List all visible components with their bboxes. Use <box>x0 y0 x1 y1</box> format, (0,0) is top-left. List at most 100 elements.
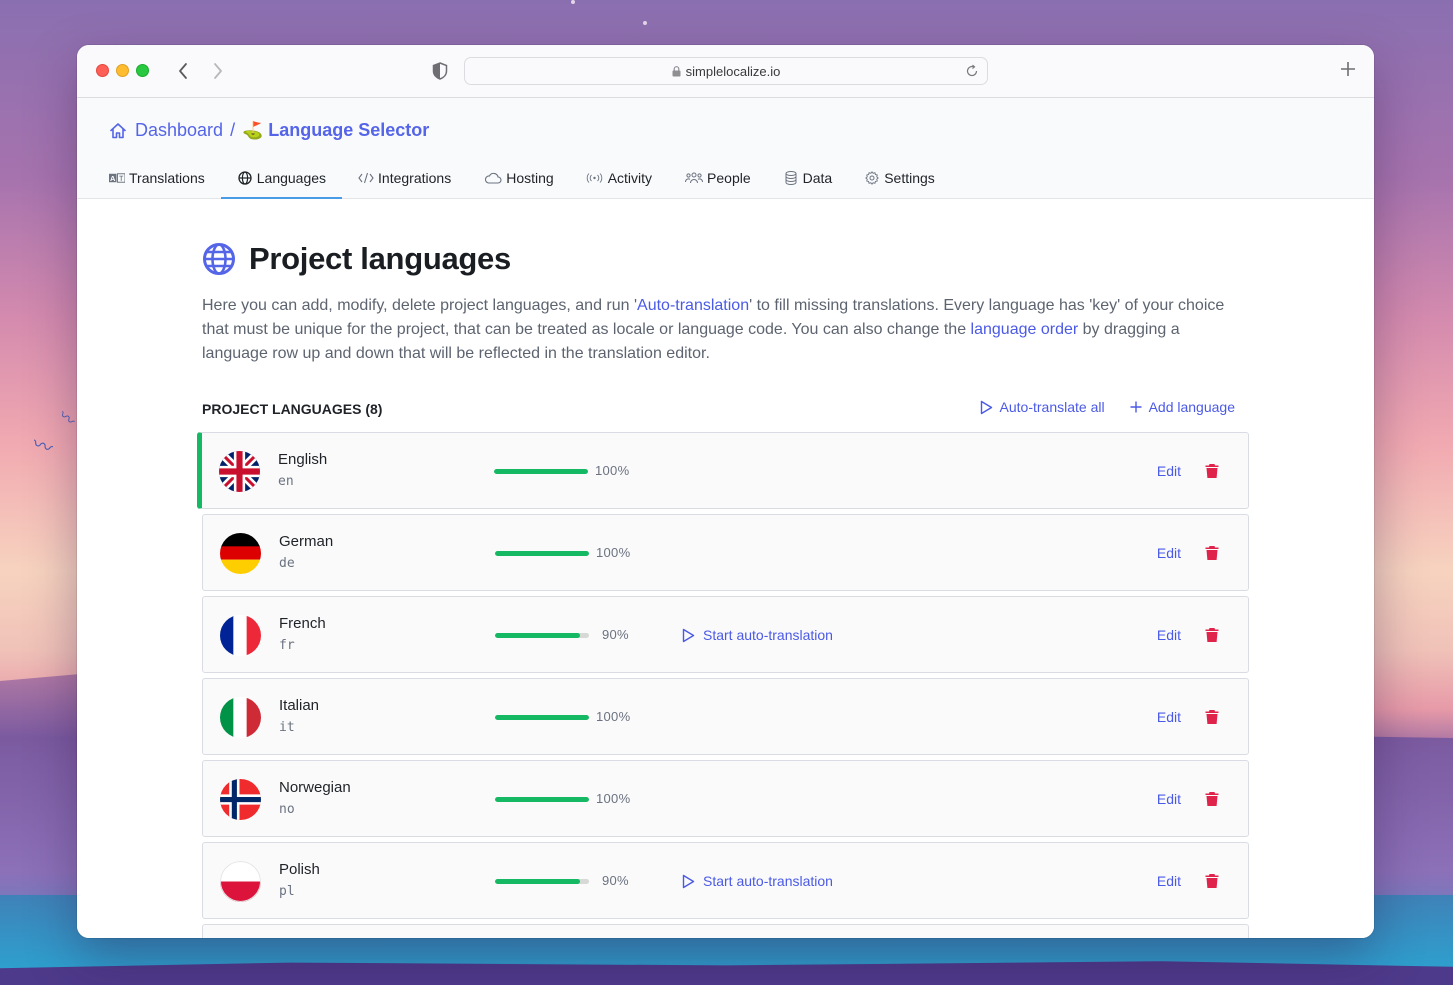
tab-people[interactable]: People <box>668 158 767 198</box>
poland-flag-icon <box>220 861 261 902</box>
translate-icon: A <box>109 170 125 186</box>
translation-progress-bar <box>495 551 589 556</box>
language-name: Norwegian <box>279 779 351 796</box>
tab-activity[interactable]: Activity <box>570 158 668 198</box>
progress-fill <box>495 879 580 884</box>
germany-flag-icon <box>220 533 261 574</box>
language-row[interactable]: English en 100% Edit <box>197 432 1249 509</box>
progress-percent: 100% <box>596 791 631 806</box>
home-icon <box>110 122 126 138</box>
tab-label: Languages <box>256 170 327 186</box>
trash-icon[interactable] <box>1205 791 1219 807</box>
start-auto-translation-button[interactable]: Start auto-translation <box>682 627 833 643</box>
address-bar[interactable]: simplelocalize.io <box>464 57 988 85</box>
progress-fill <box>495 633 580 638</box>
breadcrumb-separator: / <box>230 120 236 140</box>
trash-icon[interactable] <box>1205 545 1219 561</box>
project-header: Dashboard / ⛳ Language Selector A Transl… <box>77 98 1374 199</box>
language-key: pl <box>279 884 295 899</box>
language-row[interactable]: French fr 90% Start auto-translation Edi… <box>202 596 1249 673</box>
auto-translate-all-button[interactable]: Auto-translate all <box>980 399 1105 415</box>
france-flag-icon <box>220 615 261 656</box>
chevron-right-icon <box>214 63 222 79</box>
play-icon <box>682 628 695 642</box>
plus-icon <box>1130 401 1142 413</box>
auto-translation-link[interactable]: Auto-translation <box>637 297 749 314</box>
start-auto-translation-button[interactable]: Start auto-translation <box>682 873 833 889</box>
edit-language-button[interactable]: Edit <box>1157 627 1181 643</box>
tab-hosting[interactable]: Hosting <box>467 158 569 198</box>
translation-progress-bar <box>495 633 589 638</box>
progress-percent: 90% <box>602 627 629 642</box>
language-row[interactable]: Norwegian no 100% Edit <box>202 760 1249 837</box>
close-window-button[interactable] <box>96 64 109 77</box>
trash-icon[interactable] <box>1205 463 1219 479</box>
tab-integrations[interactable]: Integrations <box>342 158 467 198</box>
breadcrumb-dashboard-link[interactable]: Dashboard <box>135 120 223 141</box>
tab-data[interactable]: Data <box>767 158 849 198</box>
edit-language-button[interactable]: Edit <box>1157 545 1181 561</box>
new-tab-icon[interactable] <box>1339 60 1357 78</box>
play-icon <box>980 400 992 414</box>
svg-text:A: A <box>110 174 116 183</box>
language-name: French <box>279 615 326 632</box>
maximize-window-button[interactable] <box>136 64 149 77</box>
page-description: Here you can add, modify, delete project… <box>202 294 1232 366</box>
edit-language-button[interactable]: Edit <box>1157 463 1181 479</box>
tab-label: People <box>707 170 751 186</box>
broadcast-icon <box>586 170 604 186</box>
language-name: German <box>279 533 334 550</box>
translation-progress-bar <box>494 469 588 474</box>
button-label: Auto-translate all <box>999 399 1105 415</box>
privacy-shield-icon[interactable] <box>432 62 448 80</box>
browser-toolbar: simplelocalize.io <box>77 45 1374 98</box>
tab-languages[interactable]: Languages <box>220 158 343 199</box>
tab-label: Hosting <box>506 170 554 186</box>
translation-progress-bar <box>495 879 589 884</box>
tab-translations[interactable]: A Translations <box>109 158 221 198</box>
progress-percent: 100% <box>596 709 631 724</box>
globe-icon <box>237 170 253 186</box>
language-row[interactable]: German de 100% Edit <box>202 514 1249 591</box>
progress-percent: 90% <box>602 873 629 888</box>
description-text: Here you can add, modify, delete project… <box>202 297 638 314</box>
trash-icon[interactable] <box>1205 627 1219 643</box>
language-row[interactable] <box>202 924 1249 938</box>
gear-icon <box>864 170 880 186</box>
edit-language-button[interactable]: Edit <box>1157 873 1181 889</box>
back-button[interactable] <box>171 57 195 85</box>
italy-flag-icon <box>220 697 261 738</box>
tab-label: Data <box>802 170 833 186</box>
language-key: it <box>279 720 295 735</box>
trash-icon[interactable] <box>1205 873 1219 889</box>
add-language-button[interactable]: Add language <box>1130 399 1235 415</box>
edit-language-button[interactable]: Edit <box>1157 791 1181 807</box>
tab-label: Settings <box>884 170 935 186</box>
progress-fill <box>494 469 588 474</box>
minimize-window-button[interactable] <box>116 64 129 77</box>
language-name: English <box>278 451 328 468</box>
language-order-link[interactable]: language order <box>971 321 1079 338</box>
lock-icon <box>672 65 681 77</box>
breadcrumb: Dashboard / ⛳ Language Selector <box>108 120 429 141</box>
wallpaper-star <box>643 21 647 25</box>
progress-percent: 100% <box>595 463 630 478</box>
button-label: Start auto-translation <box>703 873 833 889</box>
tab-label: Integrations <box>378 170 452 186</box>
language-key: fr <box>279 638 295 653</box>
reload-icon[interactable] <box>965 64 979 78</box>
trash-icon[interactable] <box>1205 709 1219 725</box>
progress-fill <box>495 797 589 802</box>
wallpaper-star <box>571 0 575 4</box>
translation-progress-bar <box>495 797 589 802</box>
chevron-left-icon <box>179 63 187 79</box>
language-row[interactable]: Polish pl 90% Start auto-translation Edi… <box>202 842 1249 919</box>
forward-button[interactable] <box>206 57 230 85</box>
edit-language-button[interactable]: Edit <box>1157 709 1181 725</box>
tab-settings[interactable]: Settings <box>848 158 951 198</box>
breadcrumb-project-link[interactable]: Language Selector <box>268 120 429 141</box>
language-key: de <box>279 556 295 571</box>
database-icon <box>783 170 799 186</box>
language-row[interactable]: Italian it 100% Edit <box>202 678 1249 755</box>
language-name: Italian <box>279 697 320 714</box>
